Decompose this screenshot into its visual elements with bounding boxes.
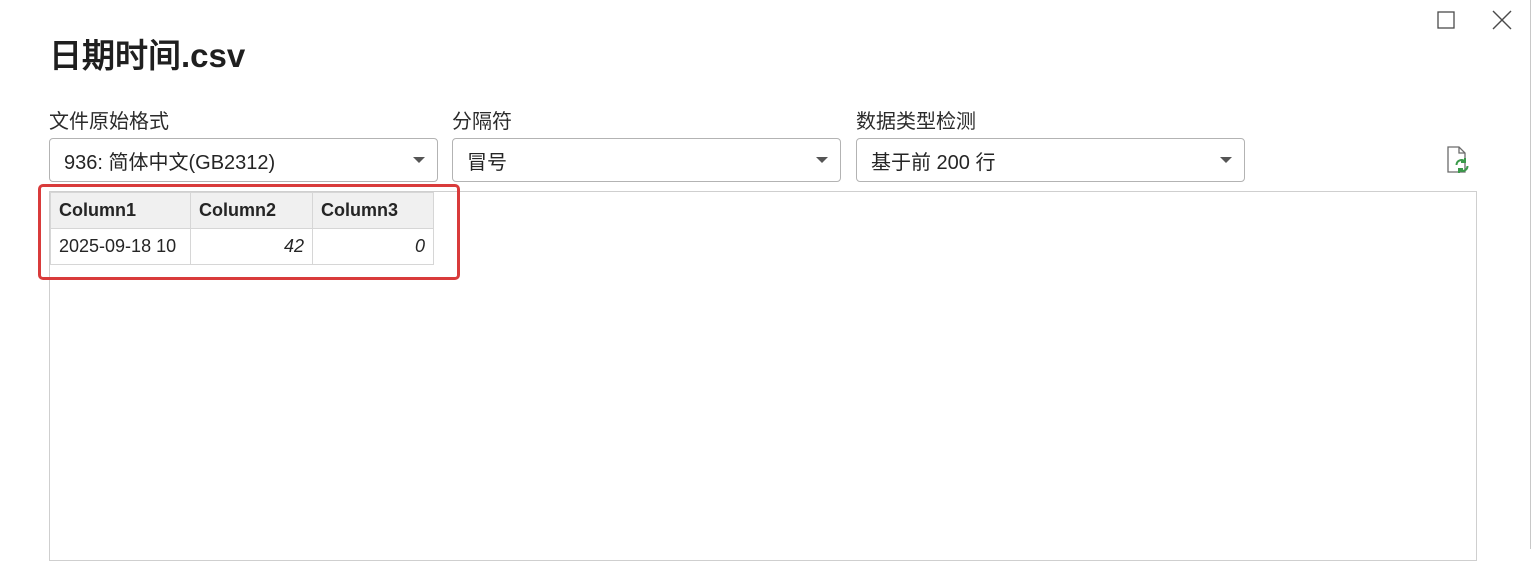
file-origin-value: 936: 简体中文(GB2312) <box>64 151 276 174</box>
chevron-down-icon <box>1220 157 1232 163</box>
delimiter-value: 冒号 <box>467 151 507 174</box>
column-header[interactable]: Column1 <box>50 192 191 229</box>
refresh-document-icon <box>1447 146 1469 173</box>
table-cell: 0 <box>312 228 434 265</box>
table-cell: 42 <box>190 228 313 265</box>
data-type-detection-select[interactable]: 基于前 200 行 <box>856 138 1245 182</box>
delimiter-select[interactable]: 冒号 <box>452 138 841 182</box>
close-icon <box>1492 10 1512 30</box>
column-header[interactable]: Column3 <box>312 192 434 229</box>
window-edge <box>1530 0 1531 549</box>
table-row: 2025-09-18 10 42 0 <box>50 228 434 265</box>
data-type-detection-value: 基于前 200 行 <box>871 151 996 174</box>
close-button[interactable] <box>1480 0 1524 40</box>
table-cell: 2025-09-18 10 <box>50 228 191 265</box>
preview-table: Column1 Column2 Column3 2025-09-18 10 42… <box>50 192 434 265</box>
column-header[interactable]: Column2 <box>190 192 313 229</box>
table-header-row: Column1 Column2 Column3 <box>50 192 434 229</box>
chevron-down-icon <box>816 157 828 163</box>
dialog-title: 日期时间.csv <box>49 37 246 74</box>
delimiter-label: 分隔符 <box>452 111 512 133</box>
maximize-icon <box>1437 11 1455 29</box>
file-origin-label: 文件原始格式 <box>49 111 169 133</box>
file-origin-select[interactable]: 936: 简体中文(GB2312) <box>49 138 438 182</box>
maximize-button[interactable] <box>1424 0 1468 40</box>
chevron-down-icon <box>413 157 425 163</box>
refresh-preview-button[interactable] <box>1440 142 1476 178</box>
data-type-detection-label: 数据类型检测 <box>856 111 976 133</box>
